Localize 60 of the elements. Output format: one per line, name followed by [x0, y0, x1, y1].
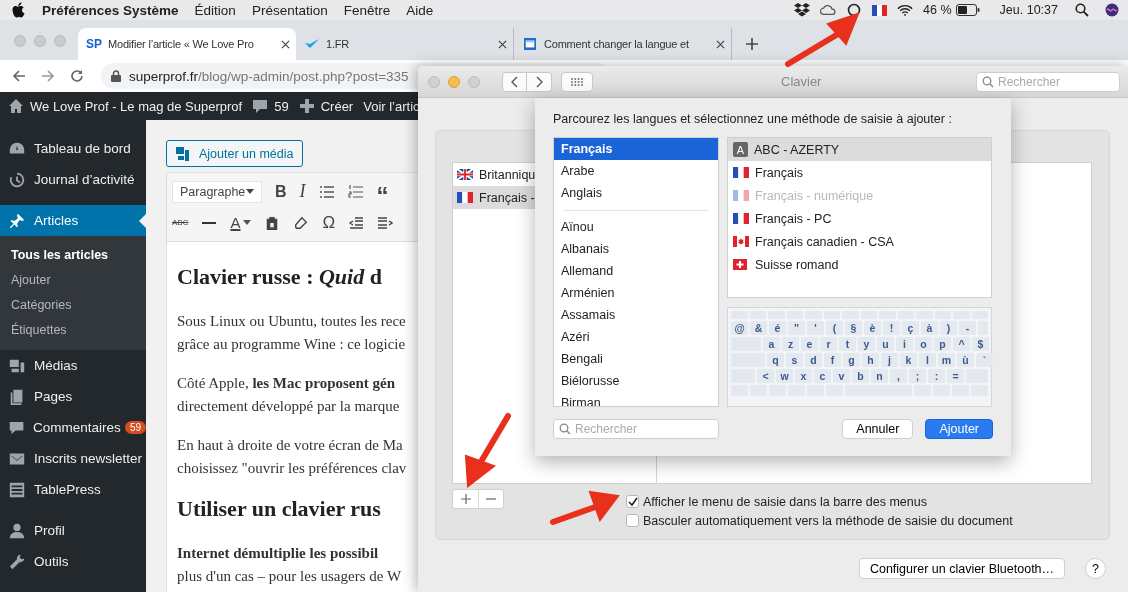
article-paragraph: Sous Linux ou Ubuntu, toutes les rece grâce au programme Wine : ce logicie: [177, 312, 407, 354]
keyboard-key: !: [883, 321, 900, 335]
keyboard-key: $: [972, 337, 989, 351]
keyboard-key: f: [824, 353, 841, 367]
favicon: SP: [86, 37, 102, 51]
keyboard-key: ù: [957, 353, 974, 367]
battery-percent: 46 %: [923, 3, 952, 17]
keyboard-key: <: [757, 369, 774, 383]
keyboard-key: i: [896, 337, 913, 351]
keyboard-key: y: [858, 337, 875, 351]
article-heading: Clavier russe : Quid d: [177, 264, 383, 290]
keyboard-key: &: [750, 321, 767, 335]
keyboard-key: @: [731, 321, 748, 335]
keyboard-key: :: [928, 369, 945, 383]
keyboard-key: u: [877, 337, 894, 351]
keyboard-key: q: [767, 353, 784, 367]
keyboard-key: ;: [909, 369, 926, 383]
keyboard-key: p: [934, 337, 951, 351]
keyboard-key: ,: [890, 369, 907, 383]
keyboard-key: ç: [902, 321, 919, 335]
keyboard-key: =: [947, 369, 964, 383]
keyboard-key: `: [976, 353, 993, 367]
keyboard-key: (: [826, 321, 843, 335]
keyboard-key: ^: [953, 337, 970, 351]
keyboard-key: g: [843, 353, 860, 367]
keyboard-key: t: [839, 337, 856, 351]
keyboard-key: l: [919, 353, 936, 367]
keyboard-key: d: [805, 353, 822, 367]
keyboard-key: -: [959, 321, 976, 335]
keyboard-key: è: [864, 321, 881, 335]
keyboard-key: k: [900, 353, 917, 367]
sheet-prompt: Parcourez les langues et sélectionnez une méthode de saisie à ajouter :: [553, 112, 953, 128]
keyboard-key: é: [769, 321, 786, 335]
keyboard-key: s: [786, 353, 803, 367]
keyboard-key: r: [820, 337, 837, 351]
keyboard-key: v: [833, 369, 850, 383]
keyboard-key: w: [776, 369, 793, 383]
article-paragraph: Côté Apple, les Mac proposent gén directement développé par la marque: [177, 374, 401, 416]
keyboard-key: b: [852, 369, 869, 383]
keyboard-key: z: [782, 337, 799, 351]
keyboard-key: ": [788, 321, 805, 335]
keyboard-key: a: [763, 337, 780, 351]
keyboard-key: m: [938, 353, 955, 367]
keyboard-key: h: [862, 353, 879, 367]
article-paragraph: Internet démultiplie les possibil plus d'un cas – pour les usagers de W: [177, 544, 403, 586]
keyboard-key: ): [940, 321, 957, 335]
keyboard-key: c: [814, 369, 831, 383]
article-paragraph: En haut à droite de votre écran de Ma choisissez "ouvrir les préférences clav: [177, 436, 408, 478]
window-title: Clavier: [781, 74, 822, 89]
article-heading: Utiliser un clavier rus: [177, 496, 382, 522]
keyboard-key: x: [795, 369, 812, 383]
keyboard-layout-icon: A: [733, 142, 748, 157]
keyboard-key: j: [881, 353, 898, 367]
keyboard-key: §: [845, 321, 862, 335]
keyboard-key: n: [871, 369, 888, 383]
keyboard-key: o: [915, 337, 932, 351]
keyboard-key: ': [807, 321, 824, 335]
keyboard-key: à: [921, 321, 938, 335]
keyboard-key: e: [801, 337, 818, 351]
count-badge: 59: [124, 421, 146, 434]
